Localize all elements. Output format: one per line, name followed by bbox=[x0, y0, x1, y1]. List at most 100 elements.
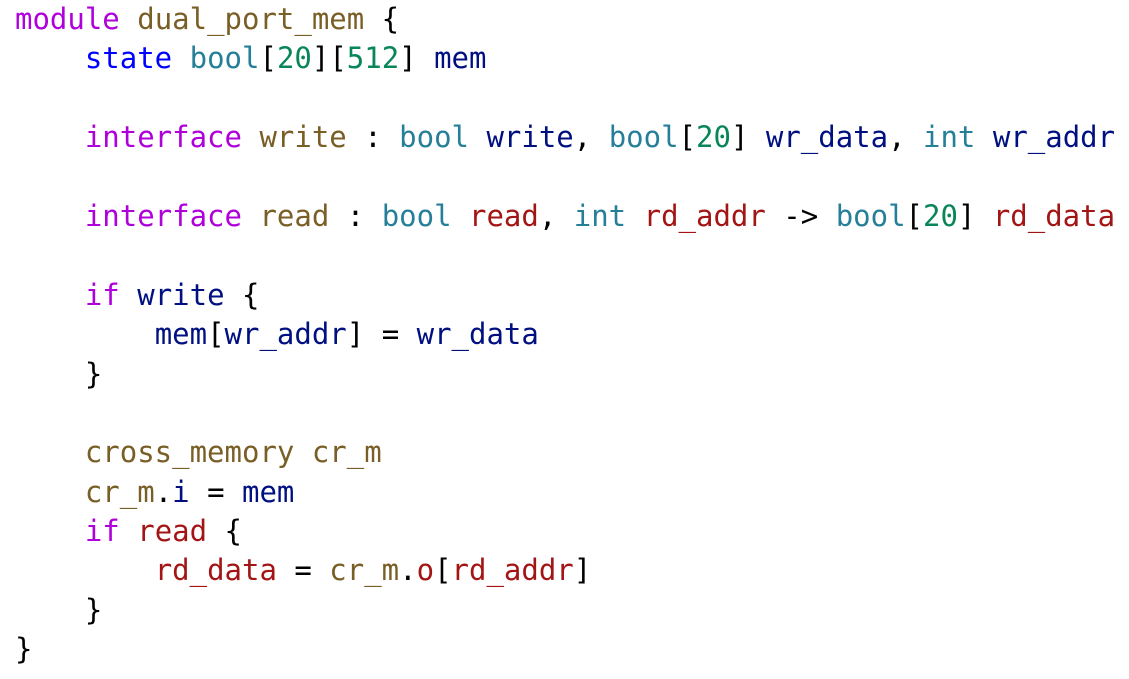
code-token-plain: -> bbox=[765, 198, 836, 233]
code-token-type: int bbox=[923, 120, 976, 155]
code-token-read: read bbox=[137, 514, 208, 549]
code-token-read: o bbox=[416, 553, 435, 588]
code-token-read: read bbox=[469, 198, 539, 233]
code-line: mem[wr_addr] = wr_data bbox=[15, 315, 1125, 354]
code-token-kw: module bbox=[15, 2, 120, 36]
code-token-plain: = bbox=[189, 474, 243, 509]
code-token-num: 20 bbox=[276, 41, 312, 76]
code-token-plain: . bbox=[399, 553, 417, 588]
code-token-plain: } bbox=[15, 356, 103, 391]
code-token-plain: : bbox=[329, 198, 382, 233]
code-token-punct: ] bbox=[399, 41, 435, 76]
code-token-read: rd_addr bbox=[643, 198, 766, 233]
code-token-num: 20 bbox=[923, 198, 958, 233]
code-token-kw: interface bbox=[84, 120, 242, 155]
code-token-read: rd_addr bbox=[451, 553, 574, 588]
code-token-plain: } bbox=[15, 632, 33, 667]
code-token-var: wr_data bbox=[416, 317, 539, 352]
code-token-punct: ] bbox=[730, 120, 766, 155]
code-token-punct: ] bbox=[957, 198, 993, 233]
code-token-type: bool bbox=[381, 198, 452, 233]
code-token-plain: = bbox=[364, 317, 417, 352]
code-token-punct: ][ bbox=[311, 41, 347, 76]
code-token-var: i bbox=[172, 474, 190, 509]
code-token-kw: if bbox=[84, 514, 120, 549]
code-token-punct: [ bbox=[905, 198, 923, 233]
code-line: rd_data = cr_m.o[rd_addr] bbox=[15, 551, 1125, 590]
code-token-punct: ] bbox=[346, 317, 365, 352]
code-token-modname: write bbox=[259, 120, 347, 155]
code-token-var: mem bbox=[154, 317, 208, 352]
code-token-num: 20 bbox=[696, 120, 731, 155]
code-token-plain: { bbox=[364, 2, 400, 36]
code-line: interface write : bool write, bool[20] w… bbox=[15, 118, 1125, 157]
code-token-plain: { bbox=[207, 514, 242, 549]
code-token-var: mem bbox=[434, 41, 487, 76]
code-token-var: write bbox=[486, 120, 574, 155]
code-token-type: bool bbox=[835, 198, 906, 233]
code-token-punct: [ bbox=[207, 317, 225, 352]
code-token-plain: { bbox=[224, 277, 260, 312]
code-token-state: state bbox=[84, 41, 173, 76]
code-token-plain: , bbox=[538, 198, 574, 233]
code-token-modname: cr_m bbox=[84, 474, 155, 509]
code-line: if write { bbox=[15, 276, 1125, 315]
code-token-punct: [ bbox=[678, 120, 697, 155]
code-token-modname: cross_memory bbox=[84, 435, 295, 470]
code-line: module dual_port_mem { bbox=[15, 0, 1125, 39]
code-token-plain: , bbox=[573, 120, 609, 155]
code-token-var: wr_data bbox=[765, 120, 889, 155]
code-token-var: write bbox=[137, 277, 225, 312]
code-line: if read { bbox=[15, 512, 1125, 551]
code-token-plain: = bbox=[276, 553, 330, 588]
code-token-modname: cr_m bbox=[329, 553, 400, 588]
code-token-kw: interface bbox=[84, 198, 242, 233]
code-token-type: bool bbox=[399, 120, 469, 155]
code-editor: module dual_port_mem { state bool[20][51… bbox=[15, 0, 1125, 670]
code-token-plain: , bbox=[888, 120, 923, 155]
code-token-plain: . bbox=[154, 474, 173, 509]
code-token-num: 512 bbox=[346, 41, 400, 76]
code-line: } bbox=[15, 355, 1125, 394]
code-token-modname: read bbox=[259, 198, 330, 233]
code-token-punct: [ bbox=[259, 41, 277, 76]
code-token-type: bool bbox=[189, 41, 260, 76]
code-token-modname: dual_port_mem bbox=[137, 2, 365, 36]
code-token-plain: } bbox=[15, 592, 103, 627]
code-line: cross_memory cr_m bbox=[15, 433, 1125, 472]
code-line: } bbox=[15, 630, 1125, 669]
code-line: state bool[20][512] mem bbox=[15, 39, 1125, 78]
code-token-punct: [ bbox=[434, 553, 452, 588]
code-line: } bbox=[15, 591, 1125, 630]
code-token-plain: : bbox=[346, 120, 400, 155]
code-token-var: mem bbox=[242, 474, 295, 509]
code-token-kw: if bbox=[84, 277, 120, 312]
code-token-modname: cr_m bbox=[311, 435, 382, 470]
code-line: interface read : bool read, int rd_addr … bbox=[15, 197, 1125, 236]
code-token-read: rd_data bbox=[154, 553, 277, 588]
code-token-punct: ] bbox=[573, 553, 592, 588]
code-token-var: wr_addr bbox=[224, 317, 347, 352]
